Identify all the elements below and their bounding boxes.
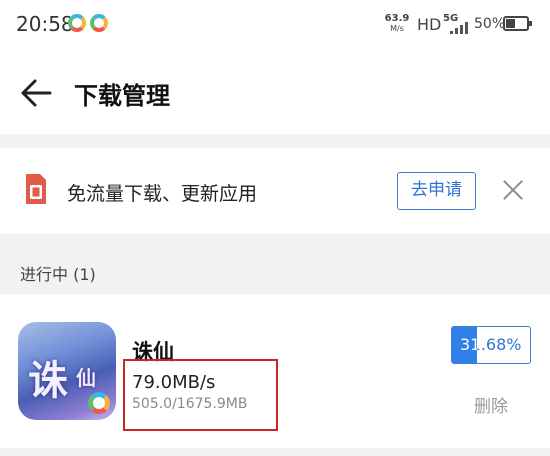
app-icon: 诛 仙 [18,322,116,420]
back-arrow-icon[interactable] [20,78,54,108]
sim-card-icon [24,172,48,206]
app-notification-icon [90,14,108,32]
network-speed: 63.9 M/s [384,13,410,34]
bottom-spacer [0,448,550,456]
store-badge-icon [88,392,110,414]
banner-text: 免流量下载、更新应用 [67,183,258,205]
app-notification-icon [68,14,86,32]
delete-button[interactable]: 删除 [474,392,508,417]
free-data-banner: 免流量下载、更新应用 去申请 [0,148,550,234]
highlight-box [123,359,278,431]
page-title: 下载管理 [74,82,170,110]
battery-percent: 50% [474,16,506,32]
status-time: 20:58 [16,12,74,36]
app-bar: 下载管理 [0,50,550,134]
section-title: 进行中 (1) [20,265,96,284]
apply-button[interactable]: 去申请 [397,172,476,210]
status-bar: 20:58 63.9 M/s HD 5G 50% [0,0,550,50]
hd-indicator: HD [417,15,442,34]
divider [0,134,550,148]
section-header: 进行中 (1) [0,234,550,294]
download-item[interactable]: 诛 仙 诛仙 79.0MB/s 505.0/1675.9MB 31.68% 31… [0,294,550,448]
signal-icon [448,22,470,34]
battery-icon [503,16,532,31]
close-icon[interactable] [502,179,524,201]
progress-button[interactable]: 31.68% 31.68% [451,326,531,364]
